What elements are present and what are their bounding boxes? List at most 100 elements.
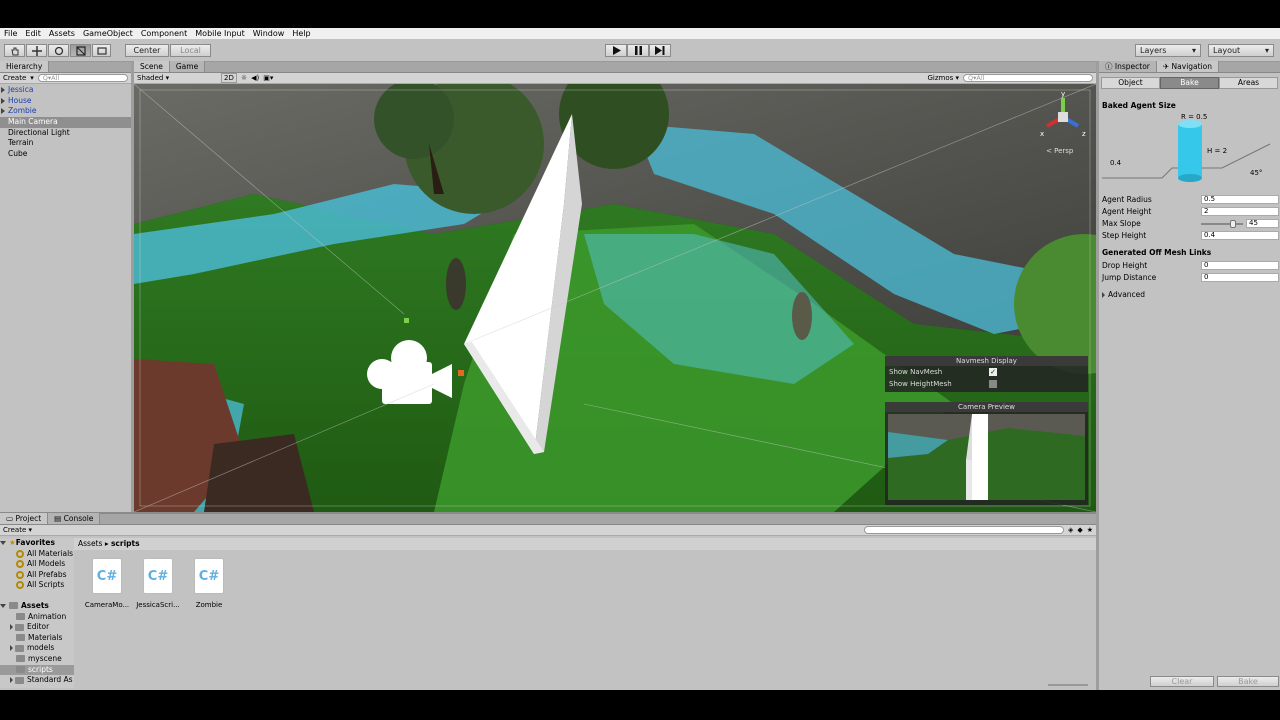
show-navmesh-checkbox[interactable]: ✓ [989, 368, 997, 376]
max-slope-field[interactable]: 45 [1246, 219, 1279, 228]
menu-file[interactable]: File [0, 29, 21, 38]
shading-mode-dropdown[interactable]: Shaded ▾ [137, 74, 217, 82]
folder-scripts[interactable]: scripts [0, 664, 74, 676]
hierarchy-item-terrain[interactable]: Terrain [0, 138, 131, 149]
tab-inspector[interactable]: ⓘ Inspector [1099, 61, 1157, 72]
panel-splitter[interactable] [1096, 62, 1099, 690]
rotate-tool-button[interactable] [48, 44, 69, 57]
menu-component[interactable]: Component [137, 29, 191, 38]
search-icon [16, 560, 24, 569]
play-button[interactable] [605, 44, 627, 57]
folder-standard-assets[interactable]: Standard As [0, 675, 74, 686]
project-create-button[interactable]: Create ▾ [3, 526, 32, 534]
show-heightmesh-checkbox[interactable] [989, 380, 997, 388]
jump-distance-field[interactable]: 0 [1201, 273, 1279, 282]
menu-mobile-input[interactable]: Mobile Input [191, 29, 249, 38]
diagram-radius-label: R = 0.5 [1181, 113, 1208, 121]
step-button[interactable] [649, 44, 671, 57]
menu-help[interactable]: Help [288, 29, 314, 38]
breadcrumb-scripts[interactable]: scripts [111, 539, 140, 548]
expand-arrow-icon[interactable] [1, 108, 5, 115]
expand-arrow-icon[interactable] [10, 624, 13, 631]
mode-2d-button[interactable]: 2D [221, 73, 237, 83]
favorite-all-prefabs[interactable]: All Prefabs [0, 570, 74, 581]
hierarchy-item-zombie[interactable]: Zombie [0, 106, 131, 117]
effects-toggle-icon[interactable]: ▣▾ [263, 74, 273, 82]
tab-navigation[interactable]: ✈ Navigation [1156, 61, 1219, 72]
folder-models[interactable]: models [0, 643, 74, 654]
hand-tool-button[interactable] [4, 44, 25, 57]
hierarchy-create-button[interactable]: Create [3, 74, 26, 82]
rect-tool-button[interactable] [92, 44, 111, 57]
hierarchy-item-cube[interactable]: Cube [0, 149, 131, 160]
pivot-center-button[interactable]: Center [125, 44, 169, 57]
script-file-cameramovement[interactable]: C# [92, 558, 122, 594]
collapse-arrow-icon[interactable] [0, 603, 6, 608]
project-search-input[interactable] [863, 526, 1064, 534]
step-height-field[interactable]: 0.4 [1201, 231, 1279, 240]
pause-button[interactable] [627, 44, 649, 57]
script-file-jessicascript[interactable]: C# [143, 558, 173, 594]
tab-project[interactable]: ▭ Project [0, 513, 49, 524]
tab-game[interactable]: Game [169, 61, 206, 72]
filter-label-icon[interactable]: ◆ [1077, 526, 1082, 534]
advanced-foldout[interactable]: Advanced [1102, 290, 1145, 299]
expand-arrow-icon[interactable] [10, 645, 13, 652]
expand-arrow-icon[interactable] [1, 87, 5, 93]
favorites-heading[interactable]: ★Favorites [0, 538, 74, 549]
menu-assets[interactable]: Assets [45, 29, 79, 38]
scene-search-input[interactable]: Q▾All [963, 74, 1093, 82]
subtab-areas[interactable]: Areas [1219, 77, 1278, 89]
layout-dropdown[interactable]: Layout ▾ [1208, 44, 1274, 57]
expand-arrow-icon[interactable] [1, 97, 5, 104]
expand-arrow-icon[interactable] [10, 677, 13, 684]
clear-button[interactable]: Clear [1150, 676, 1214, 687]
favorite-all-models[interactable]: All Models [0, 559, 74, 570]
favorite-star-icon[interactable]: ★ [1087, 526, 1093, 534]
folder-materials[interactable]: Materials [0, 633, 74, 644]
hierarchy-item-directional-light[interactable]: Directional Light [0, 128, 131, 139]
subtab-bake[interactable]: Bake [1160, 77, 1219, 89]
scene-orientation-gizmo[interactable]: y x z [1038, 90, 1088, 142]
folder-animation[interactable]: Animation [0, 612, 74, 623]
main-toolbar: Center Local Layers ▾ Layout ▾ [0, 39, 1280, 62]
hierarchy-item-main-camera[interactable]: Main Camera [0, 117, 131, 128]
subtab-object[interactable]: Object [1101, 77, 1160, 89]
hierarchy-item-house[interactable]: House [0, 96, 131, 107]
scene-view[interactable]: y x z < Persp Navmesh Display Show NavMe… [134, 84, 1096, 512]
tab-hierarchy[interactable]: Hierarchy [0, 61, 50, 72]
tab-scene[interactable]: Scene [134, 61, 170, 72]
folder-myscene[interactable]: myscene [0, 654, 74, 665]
layout-label: Layout [1213, 46, 1241, 55]
move-tool-button[interactable] [26, 44, 47, 57]
tab-console[interactable]: ▤ Console [48, 513, 101, 524]
assets-heading[interactable]: Assets [0, 601, 74, 612]
menu-edit[interactable]: Edit [21, 29, 45, 38]
navigation-subtabs: Object Bake Areas [1101, 77, 1278, 89]
favorite-all-materials[interactable]: All Materials [0, 549, 74, 560]
lighting-toggle-icon[interactable]: ☼ [241, 74, 247, 82]
max-slope-slider-track[interactable] [1201, 223, 1243, 225]
pivot-local-button[interactable]: Local [170, 44, 211, 57]
persp-label[interactable]: < Persp [1046, 147, 1073, 155]
scale-tool-button[interactable] [70, 44, 91, 57]
script-file-zombie[interactable]: C# [194, 558, 224, 594]
agent-radius-field[interactable]: 0.5 [1201, 195, 1279, 204]
icon-size-slider[interactable] [1048, 684, 1088, 686]
audio-toggle-icon[interactable]: ◀) [251, 74, 259, 82]
menu-window[interactable]: Window [249, 29, 289, 38]
max-slope-slider-thumb[interactable] [1229, 220, 1236, 228]
favorite-all-scripts[interactable]: All Scripts [0, 580, 74, 591]
folder-editor[interactable]: Editor [0, 622, 74, 633]
agent-height-field[interactable]: 2 [1201, 207, 1279, 216]
collapse-arrow-icon[interactable] [0, 541, 6, 545]
hierarchy-item-jessica[interactable]: Jessica [0, 85, 131, 96]
bake-button[interactable]: Bake [1217, 676, 1279, 687]
drop-height-field[interactable]: 0 [1201, 261, 1279, 270]
filter-type-icon[interactable]: ◈ [1068, 526, 1073, 534]
menu-gameobject[interactable]: GameObject [79, 29, 137, 38]
hierarchy-search-input[interactable]: Q▾All [37, 74, 128, 82]
gizmos-dropdown[interactable]: Gizmos ▾ [927, 74, 959, 82]
breadcrumb-assets[interactable]: Assets [78, 539, 102, 548]
layers-dropdown[interactable]: Layers ▾ [1135, 44, 1201, 57]
